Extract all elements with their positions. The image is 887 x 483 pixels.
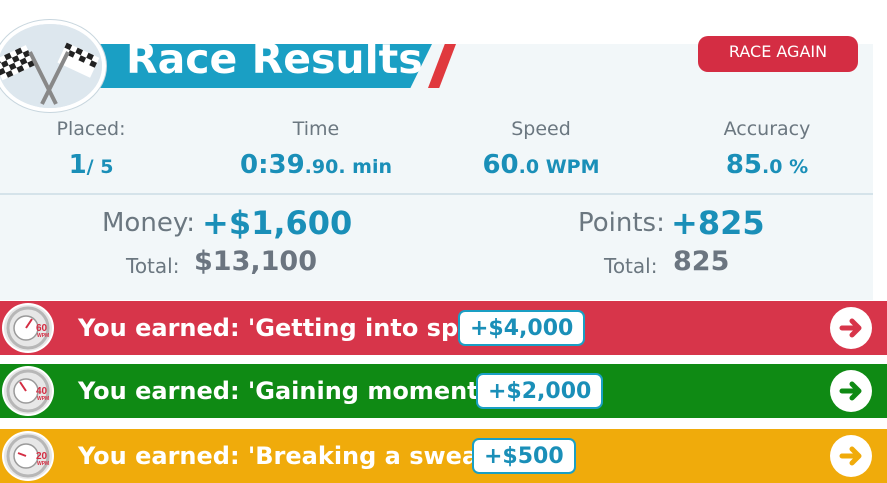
- stat-speed: Speed 60.0 WPM: [441, 116, 641, 190]
- speedometer-icon: 20 WPM: [6, 434, 50, 478]
- speedometer-badge-icon: 40 WPM: [2, 366, 54, 416]
- stat-suffix: / 5: [86, 156, 114, 178]
- stat-main: 1: [68, 150, 87, 180]
- title-stripe: [428, 44, 456, 88]
- achievement-row[interactable]: 60 WPM You earned: 'Getting into speed' …: [0, 301, 887, 355]
- money-total-value: $13,100: [194, 246, 317, 277]
- arrow-right-icon[interactable]: [830, 435, 872, 477]
- stat-value: 85.0 %: [667, 142, 867, 190]
- points-value: +825: [671, 204, 765, 242]
- stat-time: Time 0:39.90. min: [216, 116, 416, 190]
- points-label: Points:: [578, 208, 665, 238]
- stat-unit: WPM: [539, 156, 600, 178]
- stat-main: 0:39: [239, 150, 305, 180]
- stat-accuracy: Accuracy 85.0 %: [667, 116, 867, 190]
- achievement-text: You earned: 'Getting into speed': [78, 314, 516, 342]
- money-value: +$1,600: [202, 204, 353, 242]
- achievement-reward: +$4,000: [458, 310, 586, 346]
- achievement-text: You earned: 'Gaining momentum': [78, 377, 529, 405]
- race-again-button[interactable]: RACE AGAIN: [698, 36, 858, 72]
- achievement-text: You earned: 'Breaking a sweat': [78, 442, 497, 470]
- badge-unit: WPM: [37, 333, 49, 339]
- achievement-row[interactable]: 20 WPM You earned: 'Breaking a sweat' +$…: [0, 429, 887, 483]
- stat-unit: %: [782, 156, 809, 178]
- arrow-right-icon[interactable]: [830, 370, 872, 412]
- stats-divider: [0, 193, 873, 195]
- stat-unit: . min: [338, 156, 392, 178]
- money-label: Money:: [102, 208, 196, 238]
- stat-suffix: .0: [518, 156, 540, 178]
- badge-unit: WPM: [37, 461, 49, 467]
- page-title: Race Results: [126, 44, 423, 83]
- stat-main: 60: [482, 150, 519, 180]
- arrow-right-glyph: [839, 446, 862, 466]
- stat-label: Speed: [511, 118, 571, 140]
- achievement-row[interactable]: 40 WPM You earned: 'Gaining momentum' +$…: [0, 364, 887, 418]
- achievement-reward: +$500: [472, 438, 576, 474]
- stat-label: Time: [292, 118, 340, 140]
- speedometer-badge-icon: 60 WPM: [2, 303, 54, 353]
- achievement-reward: +$2,000: [476, 373, 604, 409]
- stat-value: 60.0 WPM: [441, 142, 641, 190]
- speedometer-icon: 60 WPM: [6, 306, 50, 350]
- badge-unit: WPM: [37, 396, 49, 402]
- arrow-right-glyph: [839, 381, 862, 401]
- points-total-value: 825: [673, 246, 730, 277]
- stat-label: Accuracy: [723, 118, 811, 140]
- money-total-label: Total:: [126, 254, 180, 278]
- stat-value: 1/ 5: [0, 142, 191, 190]
- checkered-flag-icon: [0, 24, 102, 108]
- checkered-flag-badge: [0, 20, 106, 112]
- stat-main: 85: [725, 150, 763, 180]
- speedometer-icon: 40 WPM: [6, 369, 50, 413]
- stat-placed: Placed: 1/ 5: [0, 116, 191, 190]
- arrow-right-icon[interactable]: [830, 307, 872, 349]
- stat-suffix: .0: [762, 156, 783, 178]
- stat-value: 0:39.90. min: [216, 142, 416, 190]
- stat-suffix: .90: [304, 156, 339, 178]
- arrow-right-glyph: [839, 318, 862, 338]
- speedometer-badge-icon: 20 WPM: [2, 431, 54, 481]
- stat-label: Placed:: [56, 118, 126, 140]
- points-total-label: Total:: [604, 254, 658, 278]
